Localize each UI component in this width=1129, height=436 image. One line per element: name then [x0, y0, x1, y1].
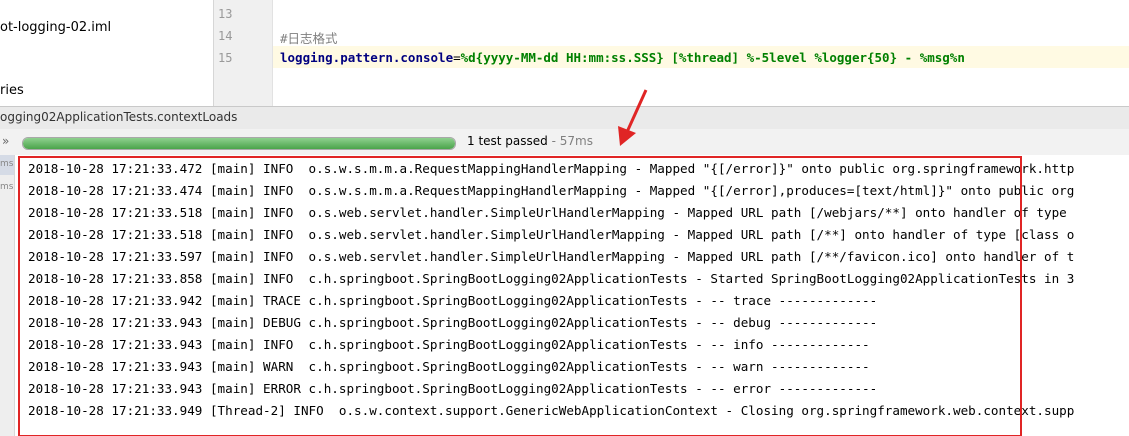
code-editor[interactable]: 13 14 15 #日志格式 logging.pattern.console=%…	[214, 0, 1129, 106]
tree-selection-area	[0, 36, 213, 88]
tree-item-iml-file[interactable]: ot-logging-02.iml	[0, 20, 111, 35]
console-line: 2018-10-28 17:21:33.943 [main] WARN c.h.…	[28, 359, 870, 374]
test-progress-fill	[23, 138, 455, 149]
run-configuration-tab[interactable]: ogging02ApplicationTests.contextLoads	[0, 110, 237, 124]
ide-window: ot-logging-02.iml ries 13 14 15 #日志格式 lo…	[0, 0, 1129, 436]
line-number: 13	[218, 7, 233, 21]
console-line: 2018-10-28 17:21:33.472 [main] INFO o.s.…	[28, 161, 1075, 176]
line-number-gutter: 13 14 15	[214, 0, 273, 106]
console-line: 2018-10-28 17:21:33.943 [main] ERROR c.h…	[28, 381, 878, 396]
property-value: %d{yyyy-MM-dd HH:mm:ss.SSS} [%thread] %-…	[460, 50, 965, 65]
tree-item-libraries[interactable]: ries	[0, 83, 24, 98]
code-line-property: logging.pattern.console=%d{yyyy-MM-dd HH…	[280, 50, 965, 65]
run-tool-window-header: ogging02ApplicationTests.contextLoads	[0, 106, 1129, 130]
property-equals: =	[453, 50, 461, 65]
test-status: 1 test passed - 57ms	[467, 134, 593, 148]
test-tree-strip: ms ms	[0, 155, 15, 436]
test-progress-row: » 1 test passed - 57ms	[0, 129, 1129, 155]
test-time-label: ms	[0, 182, 14, 192]
test-duration: - 57ms	[547, 134, 593, 148]
console-line: 2018-10-28 17:21:33.942 [main] TRACE c.h…	[28, 293, 878, 308]
comment-text: #日志格式	[280, 31, 338, 46]
console-line: 2018-10-28 17:21:33.949 [Thread-2] INFO …	[28, 403, 1075, 418]
console-line: 2018-10-28 17:21:33.597 [main] INFO o.s.…	[28, 249, 1075, 264]
expand-icon[interactable]: »	[2, 134, 9, 148]
console-line: 2018-10-28 17:21:33.474 [main] INFO o.s.…	[28, 183, 1075, 198]
project-tree: ot-logging-02.iml ries	[0, 0, 214, 106]
property-key: logging.pattern.console	[280, 50, 454, 65]
console-output[interactable]: 2018-10-28 17:21:33.472 [main] INFO o.s.…	[15, 155, 1129, 436]
test-progress-bar	[22, 137, 456, 150]
console-line: 2018-10-28 17:21:33.518 [main] INFO o.s.…	[28, 227, 1075, 242]
console-line: 2018-10-28 17:21:33.943 [main] INFO c.h.…	[28, 337, 870, 352]
code-line-comment: #日志格式	[280, 28, 338, 47]
test-time-label: ms	[0, 159, 14, 169]
console-line: 2018-10-28 17:21:33.518 [main] INFO o.s.…	[28, 205, 1067, 220]
test-status-text: 1 test passed	[467, 134, 548, 148]
line-number: 15	[218, 51, 233, 65]
console-line: 2018-10-28 17:21:33.858 [main] INFO c.h.…	[28, 271, 1075, 286]
line-number: 14	[218, 29, 233, 43]
console-line: 2018-10-28 17:21:33.943 [main] DEBUG c.h…	[28, 315, 878, 330]
